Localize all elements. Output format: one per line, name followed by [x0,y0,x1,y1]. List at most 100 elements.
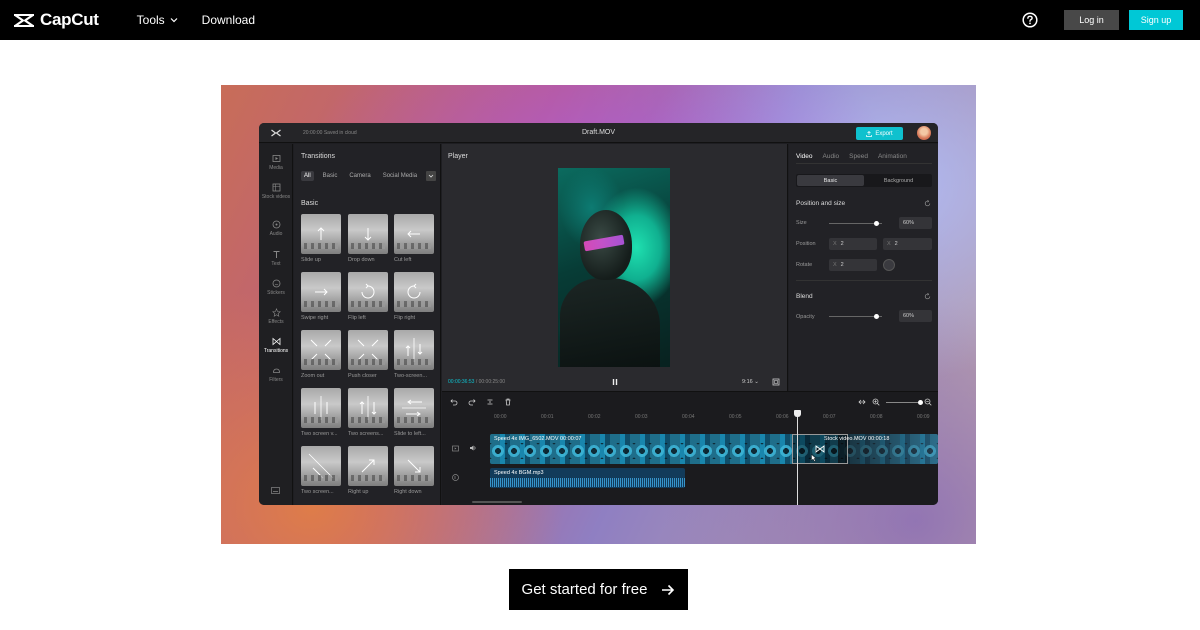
delete-icon[interactable] [504,398,512,406]
rotate-dial[interactable] [883,259,895,271]
properties-tabs: Video Audio Speed Animation [796,153,907,160]
transition-slide-up[interactable]: Slide up [301,214,341,263]
rotate-input[interactable]: X2 [829,259,877,271]
get-started-label: Get started for free [521,581,648,598]
hero-banner: 20:00:00 Saved in cloud Draft.MOV Export… [221,85,976,544]
audio-clip-label: Speed 4x BGM.mp3 [494,470,544,476]
audio-track-icon [452,474,459,481]
audio-clip-track[interactable]: Speed 4x BGM.mp3 [490,468,685,488]
sidebar-item-text[interactable]: Text [259,250,293,267]
redo-icon[interactable] [468,398,476,406]
logo-text: CapCut [40,10,99,29]
stock-videos-icon [272,183,280,192]
editor-sidebar: Media Stock videos Audio Text Stickers E… [259,144,293,505]
reset-icon[interactable] [924,200,931,207]
video-clip2-label: Stock video.MOV 00:00:18 [824,436,890,442]
video-track-icon [452,445,459,452]
transition-right-up[interactable]: Right up [348,446,388,495]
transitions-icon [272,337,280,346]
aspect-ratio-select[interactable]: 9:16 ⌄ [742,379,759,385]
tab-basic[interactable]: Basic [320,171,341,181]
transition-slide-to-left[interactable]: Slide to left... [394,388,434,437]
get-started-button[interactable]: Get started for free [509,569,688,610]
transition-icon [815,445,825,453]
tab-social-media[interactable]: Social Media [380,171,420,181]
sidebar-item-effects[interactable]: Effects [259,308,293,325]
size-label: Size [796,220,807,226]
timeline-zoom [858,398,932,406]
help-icon[interactable] [1022,12,1038,28]
transition-zoom-out[interactable]: Zoom out [301,330,341,379]
transition-swipe-right[interactable]: Swipe right [301,272,341,321]
undo-icon[interactable] [450,398,458,406]
opacity-label: Opacity [796,314,815,320]
video-preview[interactable] [558,168,670,367]
more-tabs-button[interactable] [426,171,437,181]
tab-speed[interactable]: Speed [849,153,868,160]
volume-icon[interactable] [469,444,477,452]
seg-background[interactable]: Background [865,174,932,187]
seg-basic[interactable]: Basic [797,175,864,186]
transition-two-screens[interactable]: Two screens... [348,388,388,437]
export-icon [866,130,873,137]
tools-menu[interactable]: Tools [137,13,178,27]
position-x-input[interactable]: X2 [829,238,877,250]
zoom-slider-knob[interactable] [918,399,923,405]
transition-right-down[interactable]: Right down [394,446,434,495]
section-basic-heading: Basic [301,200,319,207]
editor-topbar: 20:00:00 Saved in cloud Draft.MOV Export [259,123,938,143]
transition-drop-down[interactable]: Drop down [348,214,388,263]
sidebar-item-filters[interactable]: Filters [259,366,293,383]
basic-background-toggle: Basic Background [796,174,932,187]
size-slider[interactable] [829,221,882,226]
capcut-logo[interactable]: CapCut [14,10,99,30]
transition-push-closer[interactable]: Push closer [348,330,388,379]
transition-cut-left[interactable]: Cut left [394,214,434,263]
split-icon[interactable] [486,398,494,406]
playhead[interactable] [794,410,801,505]
arrow-right-icon [662,584,675,595]
transition-flip-left[interactable]: Flip left [348,272,388,321]
transition-flip-right[interactable]: Flip right [394,272,434,321]
tab-camera[interactable]: Camera [346,171,373,181]
signup-button[interactable]: Sign up [1129,10,1183,30]
opacity-value[interactable]: 60% [899,310,932,322]
size-value[interactable]: 60% [899,217,932,229]
zoom-in-icon[interactable] [872,398,880,406]
sidebar-item-transitions[interactable]: Transitions [259,337,293,354]
editor-mockup: 20:00:00 Saved in cloud Draft.MOV Export… [259,123,938,505]
tab-animation[interactable]: Animation [878,153,907,160]
login-button[interactable]: Log in [1064,10,1119,30]
timeline-scrollbar[interactable] [472,501,522,503]
transition-two-screen-3[interactable]: Two screen... [301,446,341,495]
filters-icon [272,368,280,373]
zoom-slider[interactable] [886,399,923,405]
sidebar-item-audio[interactable]: Audio [259,220,293,237]
zoom-out-icon[interactable] [924,398,932,406]
reset-icon[interactable] [924,293,931,300]
position-y-input[interactable]: X2 [883,238,932,250]
transition-two-screen-1[interactable]: Two-screen... [394,330,434,379]
tab-audio[interactable]: Audio [823,153,840,160]
pause-icon[interactable] [611,378,619,386]
transitions-panel: Transitions All Basic Camera Social Medi… [294,144,441,505]
opacity-slider[interactable] [829,314,882,319]
sidebar-item-media[interactable]: Media [259,154,293,171]
export-button[interactable]: Export [856,127,903,140]
timeline-tools [450,398,512,406]
sidebar-item-stock-videos[interactable]: Stock videos [259,183,293,200]
transition-tabs: All Basic Camera Social Media [301,171,437,181]
rotate-label: Rotate [796,262,813,268]
avatar[interactable] [917,126,931,140]
keyboard-icon[interactable] [271,487,280,494]
video-clip-track[interactable]: Speed 4x IMG_6502.MOV 00:00:07 Stock vid… [490,434,938,464]
transition-two-screen-2[interactable]: Two screen v... [301,388,341,437]
size-slider-knob[interactable] [874,221,880,226]
tab-video[interactable]: Video [796,153,813,160]
download-link[interactable]: Download [202,13,255,27]
fullscreen-icon[interactable] [772,378,780,386]
opacity-slider-knob[interactable] [874,314,880,319]
snap-icon[interactable] [858,398,866,406]
tab-all[interactable]: All [301,171,314,181]
sidebar-item-stickers[interactable]: Stickers [259,279,293,296]
